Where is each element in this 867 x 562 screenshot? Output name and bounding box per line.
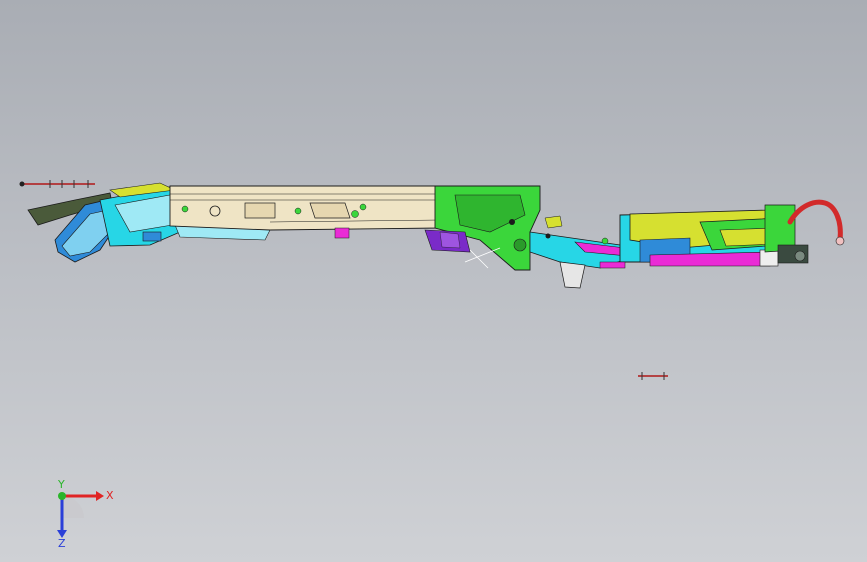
graphics-viewport[interactable]: X Y Z [0, 0, 867, 562]
z-axis-label: Z [58, 537, 66, 548]
left-reference-marker [19, 180, 95, 188]
boom-assembly-model[interactable] [0, 0, 867, 562]
green-hinge-bracket[interactable] [424, 185, 563, 271]
connecting-arm[interactable] [529, 231, 631, 289]
cab-chassis[interactable] [599, 204, 809, 269]
y-axis-icon [58, 492, 66, 500]
x-axis-label: X [106, 489, 114, 502]
hose-end-fitting[interactable] [835, 236, 845, 246]
y-axis-label: Y [57, 478, 65, 491]
red-hose[interactable] [787, 199, 843, 243]
coordinate-triad: X Y Z [57, 478, 114, 548]
right-reference-marker [638, 372, 668, 380]
